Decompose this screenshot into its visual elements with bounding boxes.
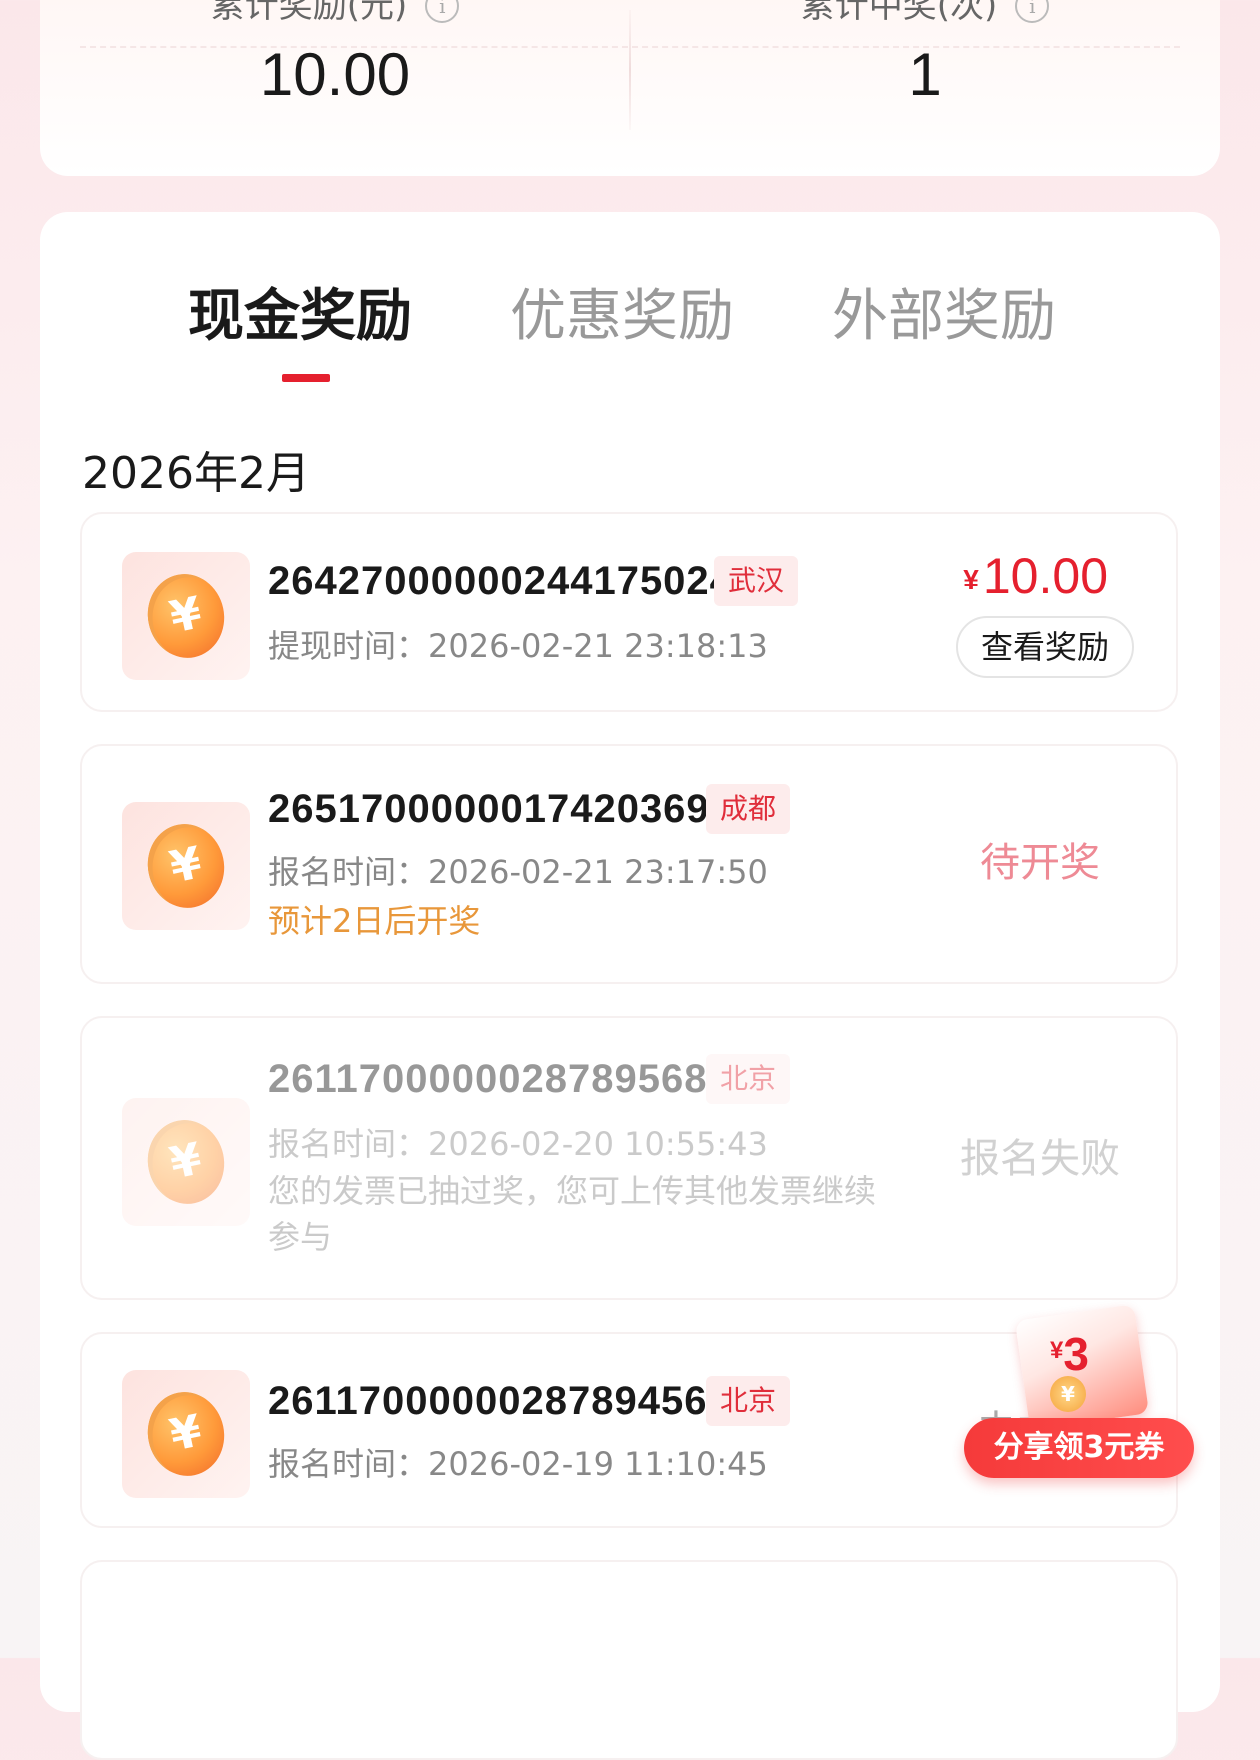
tab-cash-reward[interactable]: 现金奖励 bbox=[188, 282, 412, 352]
month-title: 2026年2月 bbox=[82, 448, 310, 499]
info-icon[interactable]: i bbox=[425, 0, 460, 23]
status-failed: 报名失败 bbox=[960, 1136, 1120, 1182]
record-time: 提现时间：2026-02-21 23:18:13 bbox=[268, 627, 768, 665]
info-icon[interactable]: i bbox=[1015, 0, 1050, 23]
tab-discount-reward[interactable]: 优惠奖励 bbox=[510, 282, 734, 352]
coupon-amount-value: 3 bbox=[1063, 1328, 1089, 1380]
share-coupon-button[interactable]: 分享领3元券 bbox=[964, 1418, 1194, 1478]
yuan-coin-icon: ¥ bbox=[140, 1113, 232, 1211]
view-reward-button[interactable]: 查看奖励 bbox=[956, 616, 1134, 678]
total-reward-label: 累计奖励(元) bbox=[210, 0, 408, 26]
reward-tabs: 现金奖励 优惠奖励 外部奖励 bbox=[40, 282, 1220, 392]
record-id: 26117000000287894568 bbox=[268, 1379, 731, 1423]
coin-icon-box: ¥ bbox=[122, 552, 250, 680]
total-reward-value: 10.00 bbox=[259, 41, 411, 108]
coin-icon-box: ¥ bbox=[122, 802, 250, 930]
tab-external-reward[interactable]: 外部奖励 bbox=[832, 282, 1056, 352]
share-coupon-widget[interactable]: ¥3 ¥ 分享领3元券 bbox=[964, 1304, 1196, 1486]
record-id: 26427000000244175024 bbox=[268, 559, 733, 603]
rewards-card: 现金奖励 优惠奖励 外部奖励 2026年2月 ¥ 264270000002441… bbox=[40, 212, 1220, 1760]
reward-amount: ¥10.00 bbox=[963, 546, 1108, 610]
city-tag: 北京 bbox=[706, 1376, 791, 1426]
record-time: 报名时间：2026-02-20 10:55:43 bbox=[268, 1125, 768, 1163]
yuan-coin-icon: ¥ bbox=[140, 567, 232, 665]
city-tag: 北京 bbox=[706, 1054, 791, 1104]
coupon-currency-symbol: ¥ bbox=[1050, 1337, 1064, 1364]
city-tag: 成都 bbox=[706, 784, 791, 834]
draw-estimate-note: 预计2日后开奖 bbox=[268, 902, 481, 940]
record-item[interactable] bbox=[80, 1560, 1178, 1760]
coupon-amount: ¥3 bbox=[1050, 1326, 1089, 1379]
record-time: 报名时间：2026-02-21 23:17:50 bbox=[268, 853, 768, 891]
record-time: 报名时间：2026-02-19 11:10:45 bbox=[268, 1445, 768, 1483]
reward-amount-value: 10.00 bbox=[982, 548, 1108, 604]
active-tab-indicator bbox=[282, 374, 330, 382]
status-pending: 待开奖 bbox=[980, 840, 1100, 886]
total-wins-value: 1 bbox=[908, 41, 942, 108]
record-item[interactable]: ¥ 26117000000287895680 北京 报名时间：2026-02-2… bbox=[80, 1016, 1178, 1300]
coin-icon-box: ¥ bbox=[122, 1370, 250, 1498]
yuan-coin-icon: ¥ bbox=[140, 1385, 232, 1483]
failure-note: 您的发票已抽过奖，您可上传其他发票继续参与 bbox=[268, 1172, 877, 1256]
city-tag: 武汉 bbox=[714, 556, 799, 606]
record-item[interactable]: ¥ 26517000000174203695 成都 报名时间：2026-02-2… bbox=[80, 744, 1178, 984]
stats-card: 累计奖励(元) i 10.00 累计中奖(次) i 1 bbox=[40, 0, 1220, 176]
total-wins-label: 累计中奖(次) bbox=[800, 0, 998, 26]
currency-symbol: ¥ bbox=[963, 564, 979, 595]
record-id: 26117000000287895680 bbox=[268, 1057, 731, 1101]
coin-icon-box: ¥ bbox=[122, 1098, 250, 1226]
record-item[interactable]: ¥ 26427000000244175024 武汉 提现时间：2026-02-2… bbox=[80, 512, 1178, 712]
mini-coin-icon: ¥ bbox=[1050, 1376, 1086, 1412]
record-id: 26517000000174203695 bbox=[268, 787, 733, 831]
yuan-coin-icon: ¥ bbox=[140, 817, 232, 915]
